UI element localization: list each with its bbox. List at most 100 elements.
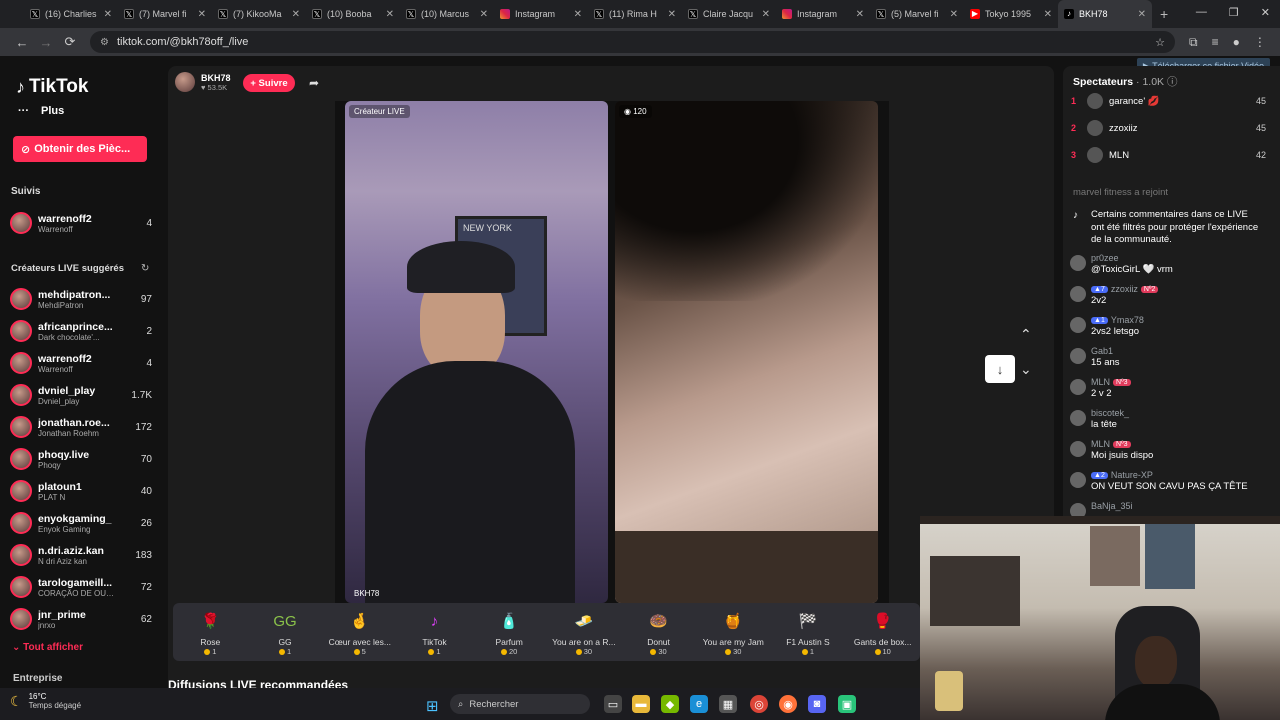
firefox-icon[interactable]: ◉ [779,695,797,713]
refresh-icon[interactable]: ↻ [141,263,149,274]
forward-icon[interactable]: → [34,35,58,50]
task-view-icon[interactable]: ▭ [604,695,622,713]
chrome-icon[interactable]: ◎ [750,695,768,713]
browser-tab[interactable]: 𝕏 (7) KikooMa ✕ [212,0,306,28]
suggested-creator[interactable]: phoqy.live Phoqy 70 [10,445,152,473]
maximize-icon[interactable]: ❐ [1229,6,1239,19]
host-video-feed[interactable]: NEW YORK Créateur LIVE BKH78 [345,101,608,603]
browser-tab[interactable]: Instagram ✕ [776,0,870,28]
suggested-creator[interactable]: platoun1 PLAT N 40 [10,477,152,505]
tiktok-logo[interactable]: ♪ TikTok [16,76,88,98]
suggested-creator[interactable]: africanprince... Dark chocolate'... 2 [10,317,152,345]
browser-tab[interactable]: 𝕏 Claire Jacqu ✕ [682,0,776,28]
gift-item[interactable]: GG GG 1 [248,609,323,657]
browser-tab[interactable]: 𝕏 (16) Charlies ✕ [24,0,118,28]
tab-close-icon[interactable]: ✕ [950,9,958,20]
enterprise-link[interactable]: Entreprise [13,673,62,684]
chat-message[interactable]: pr0zee @ToxicGirL 🤍 vrm [1070,253,1265,275]
chat-message[interactable]: ▲2 Nature-XP ON VEUT SON CAVU PAS ÇA TÊTE [1070,470,1265,492]
new-tab-icon[interactable]: + [1160,6,1168,22]
browser-tab[interactable]: ▶ Tokyo 1995 ✕ [964,0,1058,28]
tab-close-icon[interactable]: ✕ [1138,9,1146,20]
suggested-creator[interactable]: tarologameill... CORAÇÃO DE OUR... 72 [10,573,152,601]
suggested-creator[interactable]: dvniel_play Dvniel_play 1.7K [10,381,152,409]
share-icon[interactable]: ➦ [309,76,319,90]
discord-icon[interactable]: ◙ [808,695,826,713]
tab-close-icon[interactable]: ✕ [574,9,582,20]
close-window-icon[interactable]: ✕ [1261,6,1270,19]
store-icon[interactable]: ▦ [719,695,737,713]
creator-sub: Dvniel_play [38,396,80,406]
app-icon[interactable]: ▣ [838,695,856,713]
reload-icon[interactable]: ⟳ [58,34,82,50]
bookmark-star-icon[interactable]: ☆ [1155,36,1165,49]
browser-tab[interactable]: 𝕏 (7) Marvel fi ✕ [118,0,212,28]
top-viewer-row[interactable]: 3 MLN 42 [1071,146,1266,164]
extensions-icon[interactable]: ⧉ [1189,35,1198,50]
chat-message[interactable]: ▲1 Ymax78 2vs2 letsgo [1070,315,1265,337]
follow-button[interactable]: + Suivre [243,74,295,92]
browser-tab[interactable]: 𝕏 (11) Rima H ✕ [588,0,682,28]
browser-tab[interactable]: 𝕏 (5) Marvel fi ✕ [870,0,964,28]
tab-close-icon[interactable]: ✕ [1044,9,1052,20]
followed-creator[interactable]: warrenoff2 Warrenoff 4 [10,209,152,237]
suggested-creator[interactable]: n.dri.aziz.kan N dri Aziz kan 183 [10,541,152,569]
taskbar-search[interactable]: ⌕ Rechercher [450,694,590,714]
tab-close-icon[interactable]: ✕ [480,9,488,20]
browser-tab[interactable]: Instagram ✕ [494,0,588,28]
show-all-link[interactable]: ⌄ Tout afficher [12,642,83,653]
tab-close-icon[interactable]: ✕ [668,9,676,20]
download-arrow-icon[interactable]: ↓ [985,355,1015,383]
gift-item[interactable]: 🧴 Parfum 20 [472,609,547,656]
tab-close-icon[interactable]: ✕ [104,9,112,20]
get-coins-button[interactable]: ⊘ Obtenir des Pièc... [13,136,147,162]
tab-close-icon[interactable]: ✕ [198,9,206,20]
browser-tab[interactable]: ♪ BKH78 ✕ [1058,0,1152,28]
host-info[interactable]: BKH78 ♥ 53.5K [175,72,231,92]
windows-start-icon[interactable]: ⊞ [426,697,439,715]
suggested-creator[interactable]: mehdipatron... MehdiPatron 97 [10,285,152,313]
chat-text: 2v2 [1091,295,1107,306]
nvidia-icon[interactable]: ◆ [661,695,679,713]
gift-item[interactable]: 🏁 F1 Austin S1 [771,609,846,656]
tab-close-icon[interactable]: ✕ [856,9,864,20]
guest-video-feed[interactable]: ◉ 120 [615,101,878,603]
gift-item[interactable]: 🍯 You are my Jam 30 [696,609,771,656]
media-icon[interactable]: ≡ [1212,35,1219,50]
profile-icon[interactable]: ● [1233,35,1240,50]
chat-message[interactable]: biscotek_ la tête [1070,408,1265,430]
menu-icon[interactable]: ⋮ [1254,35,1266,50]
top-viewer-row[interactable]: 1 garance' 💋 45 [1071,92,1266,110]
chat-message[interactable]: MLN Nº3 Moi jsuis dispo [1070,439,1265,461]
gift-item[interactable]: 🧈 You are on a R... 30 [547,609,622,656]
more-menu[interactable]: ··· Plus [18,105,64,117]
edge-icon[interactable]: e [690,695,708,713]
site-info-icon[interactable]: ⚙ [100,37,109,48]
gift-item[interactable]: 🌹 Rose 1 [173,609,248,656]
suggested-creator[interactable]: jnr_prime jnrxo 62 [10,605,152,633]
previous-live-icon[interactable]: ⌃ [1020,326,1032,343]
chat-message[interactable]: MLN Nº3 2 v 2 [1070,377,1265,399]
gift-item[interactable]: 🍩 Donut 30 [621,609,696,656]
weather-widget[interactable]: ☾ 16°C Temps dégagé [10,692,81,710]
browser-tab[interactable]: 𝕏 (10) Booba ✕ [306,0,400,28]
back-icon[interactable]: ← [10,35,34,50]
next-live-icon[interactable]: ⌄ [1020,361,1032,378]
host-avatar[interactable] [175,72,195,92]
gift-item[interactable]: 🤞 Cœur avec les... 5 [322,609,397,656]
browser-tab[interactable]: 𝕏 (10) Marcus ✕ [400,0,494,28]
chat-message[interactable]: Gab1 15 ans [1070,346,1265,368]
minimize-icon[interactable]: — [1196,6,1207,19]
suggested-creator[interactable]: jonathan.roe... Jonathan Roehm 172 [10,413,152,441]
url-input[interactable]: ⚙ tiktok.com/@bkh78off_/live ☆ [90,31,1175,53]
top-viewer-row[interactable]: 2 zzoxiiz 45 [1071,119,1266,137]
tab-close-icon[interactable]: ✕ [762,9,770,20]
tab-close-icon[interactable]: ✕ [292,9,300,20]
suggested-creator[interactable]: enyokgaming_ Enyok Gaming 26 [10,509,152,537]
gift-item[interactable]: ♪ TikTok 1 [397,609,472,657]
suggested-creator[interactable]: warrenoff2 Warrenoff 4 [10,349,152,377]
file-explorer-icon[interactable]: ▬ [632,695,650,713]
tab-close-icon[interactable]: ✕ [386,9,394,20]
gift-item[interactable]: 🥊 Gants de box... 10 [845,609,920,656]
chat-message[interactable]: ▲7 zzoxiiz Nº2 2v2 [1070,284,1265,306]
